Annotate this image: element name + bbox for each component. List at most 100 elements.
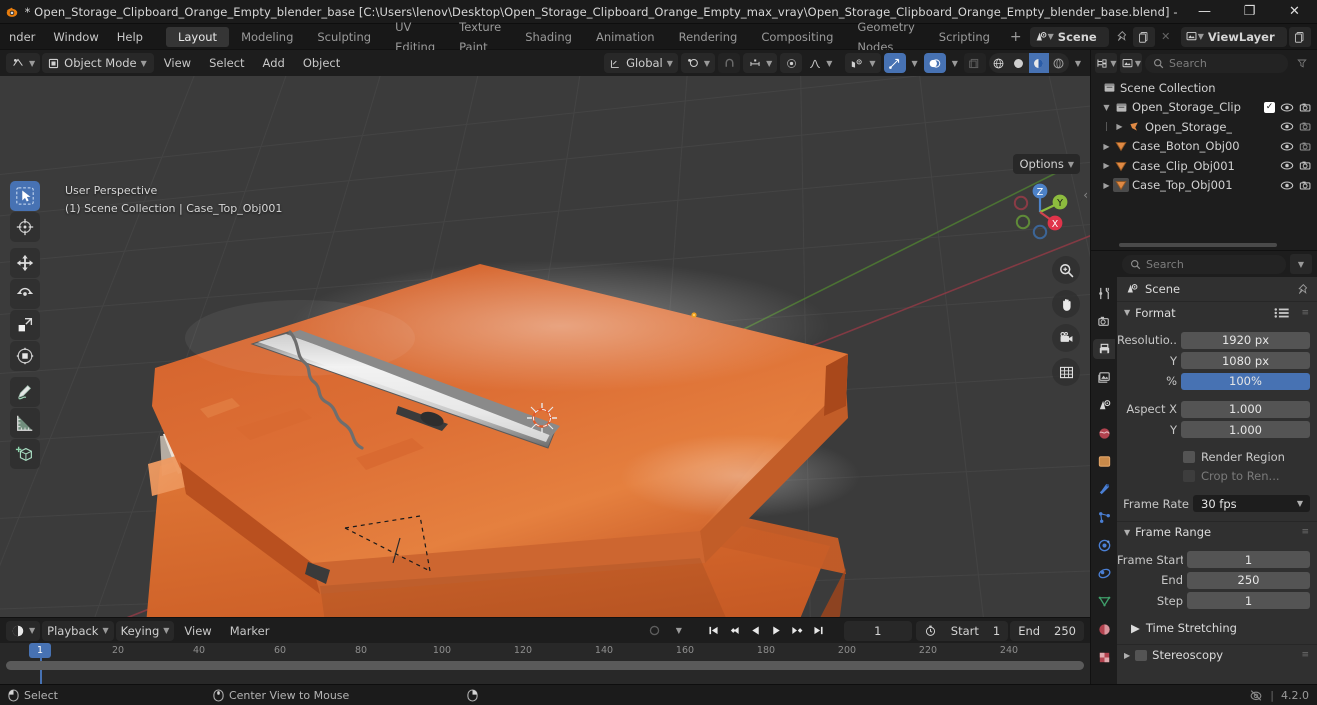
world-icon[interactable]	[1093, 423, 1115, 443]
outliner-search-input[interactable]: Search	[1145, 53, 1288, 73]
timeline-editor-type-button[interactable]: ▼	[6, 620, 41, 641]
tab-sculpting[interactable]: Sculpting	[305, 27, 383, 47]
tweak-select-tool[interactable]	[10, 181, 40, 211]
timeline-scrollbar[interactable]	[6, 661, 1084, 670]
menu-window[interactable]: Window	[44, 24, 107, 50]
viewport-menu-select[interactable]: Select	[201, 50, 252, 76]
camera-icon[interactable]	[1299, 180, 1313, 191]
material-preview-button[interactable]	[1028, 53, 1049, 73]
outliner-display-mode-button[interactable]: ▼	[1120, 53, 1142, 73]
aspect-y-field[interactable]: 1.000	[1181, 421, 1310, 438]
timeline-menu-playback[interactable]: Playback ▼	[42, 620, 114, 641]
jump-to-next-keyframe-button[interactable]	[788, 621, 807, 641]
hand-icon[interactable]	[1052, 290, 1080, 318]
collection-exclude-checkbox[interactable]: ✓	[1264, 101, 1275, 113]
eye-icon[interactable]	[1280, 121, 1294, 132]
snap-magnet-toggle[interactable]	[718, 53, 741, 73]
outliner-filter-button[interactable]	[1291, 53, 1313, 73]
timeline-menu-marker[interactable]: Marker	[222, 618, 278, 644]
viewport-menu-object[interactable]: Object	[295, 50, 348, 76]
eye-icon[interactable]	[1280, 160, 1294, 171]
tab-compositing[interactable]: Compositing	[749, 27, 845, 47]
snap-to-selector[interactable]: ▼	[743, 53, 778, 73]
disclosure-triangle-icon[interactable]: ▶	[1100, 181, 1113, 190]
timeline-body[interactable]: 20 40 60 80 100 120 140 160 180 200 220 …	[0, 643, 1090, 684]
format-panel-header[interactable]: ▼ Format ≡	[1117, 301, 1317, 323]
frame-rate-dropdown[interactable]: 30 fps ▼	[1193, 495, 1310, 512]
jump-to-prev-keyframe-button[interactable]	[725, 621, 744, 641]
tab-rendering[interactable]: Rendering	[667, 27, 750, 47]
eye-icon[interactable]	[1280, 102, 1294, 113]
tab-modeling[interactable]: Modeling	[229, 27, 305, 47]
proportional-edit-toggle[interactable]	[780, 53, 803, 73]
texture-icon[interactable]	[1093, 647, 1115, 667]
frame-start-field[interactable]: 1	[1187, 551, 1310, 568]
transform-orientation-selector[interactable]: Global ▼	[604, 53, 678, 73]
disclosure-triangle-icon[interactable]: ▶	[1100, 161, 1113, 170]
panel-drag-handle[interactable]: ≡	[1301, 650, 1310, 660]
aspect-x-field[interactable]: 1.000	[1181, 400, 1310, 418]
frame-end-field[interactable]: End 250	[1010, 620, 1084, 641]
tab-uv-editing[interactable]: UV Editing	[383, 20, 447, 54]
camera-icon[interactable]	[1052, 324, 1080, 352]
mode-selector[interactable]: Object Mode ▼	[42, 53, 154, 73]
move-tool[interactable]	[10, 248, 40, 278]
rendered-shading-button[interactable]	[1049, 53, 1069, 73]
timeline-menu-keying[interactable]: Keying ▼	[115, 620, 175, 641]
disclosure-triangle-icon[interactable]: ▶	[1100, 142, 1113, 151]
remove-scene-button[interactable]: ✕	[1155, 27, 1177, 47]
solid-shading-button[interactable]	[1009, 53, 1029, 73]
camera-icon[interactable]	[1299, 121, 1313, 132]
resolution-x-field[interactable]: 1920 px	[1181, 331, 1310, 349]
keying-options-chevron-down-icon[interactable]: ▼	[668, 621, 690, 641]
frame-range-field[interactable]: Start 1	[915, 620, 1009, 641]
format-preset-icon[interactable]	[1274, 307, 1290, 319]
outliner-row-scene-collection[interactable]: Scene Collection	[1091, 78, 1317, 98]
shading-options-selector[interactable]: ▼	[1072, 53, 1084, 73]
add-workspace-button[interactable]: +	[1002, 27, 1030, 47]
particles-icon[interactable]	[1093, 507, 1115, 527]
timeline-ruler[interactable]: 20 40 60 80 100 120 140 160 180 200 220 …	[0, 643, 1090, 661]
time-stretching-subpanel[interactable]: ▶ Time Stretching	[1117, 618, 1317, 638]
render-icon[interactable]	[1093, 311, 1115, 331]
viewlayer-icon[interactable]	[1093, 367, 1115, 387]
auto-keying-toggle[interactable]	[644, 621, 666, 641]
play-button[interactable]	[767, 621, 786, 641]
3d-viewport[interactable]: User Perspective (1) Scene Collection | …	[0, 76, 1090, 617]
tab-animation[interactable]: Animation	[584, 27, 667, 47]
tab-scripting[interactable]: Scripting	[927, 27, 1002, 47]
viewport-menu-add[interactable]: Add	[255, 50, 293, 76]
stereoscopy-panel-header[interactable]: ▶ Stereoscopy ≡	[1117, 643, 1317, 666]
tab-geometry-nodes[interactable]: Geometry Nodes	[845, 20, 926, 54]
navigation-gizmo[interactable]: Z Y X	[1002, 176, 1074, 248]
rotate-tool[interactable]	[10, 279, 40, 309]
eye-icon[interactable]	[1280, 180, 1294, 191]
wireframe-shading-button[interactable]	[989, 53, 1009, 73]
new-viewlayer-button[interactable]	[1288, 26, 1311, 47]
menu-render[interactable]: nder	[0, 24, 44, 50]
tool-icon[interactable]	[1093, 283, 1115, 303]
editor-type-button[interactable]: ▼	[6, 53, 41, 73]
render-region-checkbox[interactable]	[1183, 451, 1195, 463]
measure-tool[interactable]	[10, 408, 40, 438]
collection-properties-icon[interactable]	[1093, 451, 1115, 471]
gizmo-options-selector[interactable]: ▼	[909, 53, 921, 73]
menu-help[interactable]: Help	[108, 24, 152, 50]
camera-icon[interactable]	[1299, 102, 1313, 113]
jump-to-start-button[interactable]	[704, 621, 723, 641]
constraints-icon[interactable]	[1093, 563, 1115, 583]
falloff-selector[interactable]: ▼	[805, 53, 835, 73]
pin-scene-icon[interactable]	[1111, 27, 1133, 47]
minimize-button[interactable]: —	[1182, 0, 1227, 24]
outliner-tree[interactable]: Scene Collection ▼ Open_Storage_Clip ✓ |…	[1091, 76, 1317, 240]
grid-icon[interactable]	[1052, 358, 1080, 386]
snap-pivot-button[interactable]: ▼	[680, 53, 716, 73]
physics-icon[interactable]	[1093, 535, 1115, 555]
maximize-button[interactable]: ❐	[1227, 0, 1272, 24]
disclosure-triangle-icon[interactable]: ▼	[1100, 103, 1113, 112]
outliner-row-case-boton[interactable]: ▶ Case_Boton_Obj00	[1091, 137, 1317, 157]
viewport-menu-view[interactable]: View	[156, 50, 199, 76]
viewport-options-button[interactable]: Options ▼	[1013, 154, 1080, 174]
viewlayer-selector[interactable]: ▼ ViewLayer	[1180, 26, 1287, 47]
output-icon[interactable]	[1093, 339, 1115, 359]
